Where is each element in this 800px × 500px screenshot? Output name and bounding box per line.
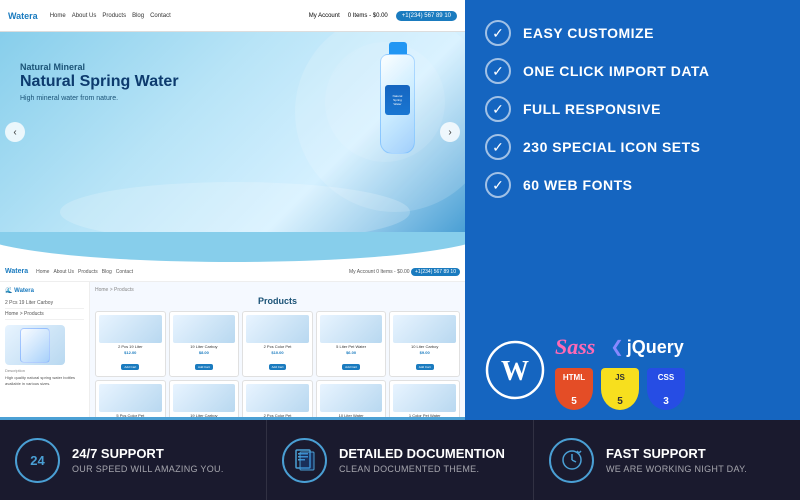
feature-list: ✓ EASY CUSTOMIZE ✓ ONE CLICK IMPORT DATA… — [485, 20, 780, 329]
preview-phone: +1(234) 567 89 10 — [396, 11, 457, 21]
water-bottle-image: NaturalSpringWater — [370, 42, 425, 172]
feature-item-4: ✓ 230 SPECIAL ICON SETS — [485, 134, 780, 160]
sass-jquery-row: Sass ❮ jQuery — [555, 334, 780, 360]
feature-label-4: 230 SPECIAL ICON SETS — [523, 139, 701, 155]
preview-navbar: Watera Home About Us Products Blog Conta… — [0, 0, 465, 32]
documentation-title: DETAILED DOCUMENTION — [339, 446, 505, 461]
check-icon-3: ✓ — [485, 96, 511, 122]
bottom-item-fast-support: FAST SUPPORT WE ARE WORKING NIGHT DAY. — [534, 420, 800, 500]
tech-logos-section: W Sass ❮ jQuery HTML 5 — [485, 334, 780, 410]
product-card: 5 Liter Pet Water $6.00 Add Cart — [316, 311, 387, 377]
hero-section: Natural Mineral Natural Spring Water Hig… — [0, 32, 465, 232]
product-card: 2 Pcs Color Pet $10.00 Add Cart — [242, 311, 313, 377]
check-icon-4: ✓ — [485, 134, 511, 160]
sass-logo: Sass — [555, 334, 595, 360]
carousel-next-button[interactable]: › — [440, 122, 460, 142]
check-icon-1: ✓ — [485, 20, 511, 46]
add-to-cart-button-3[interactable]: Add Cart — [269, 364, 287, 370]
product-grid: 2 Pcs 19 Liter $12.00 Add Cart 19 Liter … — [95, 311, 460, 417]
html-js-css-row: HTML 5 JS 5 CSS 3 — [555, 368, 780, 410]
add-to-cart-button-2[interactable]: Add Cart — [195, 364, 213, 370]
jquery-logo: ❮ jQuery — [610, 337, 683, 358]
product-preview-navitems: Home About Us Products Blog Contact — [36, 269, 133, 275]
preview-nav-right: My Account 0 Items - $0.00 +1(234) 567 8… — [309, 11, 457, 21]
carousel-prev-button[interactable]: ‹ — [5, 122, 25, 142]
add-to-cart-button-4[interactable]: Add Cart — [342, 364, 360, 370]
product-preview-nav: Watera Home About Us Products Blog Conta… — [0, 262, 465, 282]
support-24-icon: 24 — [15, 438, 60, 483]
product-card: 19 Liter Carboy $8.00 Add Cart — [169, 311, 240, 377]
feature-item-2: ✓ ONE CLICK IMPORT DATA — [485, 58, 780, 84]
product-preview-nav-right: My Account 0 Items - $0.00 +1(234) 567 8… — [349, 269, 460, 275]
feature-item-5: ✓ 60 WEB FONTS — [485, 172, 780, 198]
fast-support-title: FAST SUPPORT — [606, 446, 747, 461]
feature-label-5: 60 WEB FONTS — [523, 177, 632, 193]
product-card: 10 Liter Water $9.00 Add Cart — [316, 380, 387, 417]
feature-item-3: ✓ FULL RESPONSIVE — [485, 96, 780, 122]
documentation-desc: CLEAN DOCUMENTED THEME. — [339, 464, 505, 474]
add-to-cart-button-5[interactable]: Add Cart — [416, 364, 434, 370]
product-main-area: Home > Products Products 2 Pcs 19 Liter … — [90, 282, 465, 417]
wave-divider — [0, 232, 465, 262]
check-icon-5: ✓ — [485, 172, 511, 198]
product-sidebar: 🌊 Watera 2 Pcs 19 Liter Carboy Home > Pr… — [0, 282, 90, 417]
product-preview-section: Watera Home About Us Products Blog Conta… — [0, 262, 465, 417]
add-to-cart-button[interactable]: Add Cart — [121, 364, 139, 370]
product-card: 10 Liter Carboy $9.00 Add Cart — [389, 311, 460, 377]
bottom-bar: 24 24/7 SUPPORT OUR SPEED WILL AMAZING Y… — [0, 420, 800, 500]
svg-text:W: W — [501, 356, 529, 387]
fast-support-desc: WE ARE WORKING NIGHT DAY. — [606, 464, 747, 474]
feature-label-3: FULL RESPONSIVE — [523, 101, 661, 117]
html5-badge: HTML 5 — [555, 368, 593, 410]
hero-text: Natural Mineral Natural Spring Water Hig… — [20, 62, 179, 102]
right-features-panel: ✓ EASY CUSTOMIZE ✓ ONE CLICK IMPORT DATA… — [465, 0, 800, 420]
products-section-title: Products — [95, 296, 460, 306]
bottom-item-documentation: DETAILED DOCUMENTION CLEAN DOCUMENTED TH… — [267, 420, 534, 500]
product-card: 2 Pcs Color Pet $10.00 Add Cart — [242, 380, 313, 417]
check-icon-2: ✓ — [485, 58, 511, 84]
preview-nav-items: Home About Us Products Blog Contact — [50, 13, 171, 19]
wordpress-logo: W — [485, 340, 545, 405]
breadcrumb: Home > Products — [95, 287, 460, 293]
js5-badge: JS 5 — [601, 368, 639, 410]
bottom-item-support: 24 24/7 SUPPORT OUR SPEED WILL AMAZING Y… — [0, 420, 267, 500]
css3-badge: CSS 3 — [647, 368, 685, 410]
feature-label-1: EASY CUSTOMIZE — [523, 25, 654, 41]
support-title: 24/7 SUPPORT — [72, 446, 224, 461]
fast-support-icon — [549, 438, 594, 483]
right-tech-logos: Sass ❮ jQuery HTML 5 — [555, 334, 780, 410]
hero-subtitle: Natural Mineral — [20, 62, 179, 72]
hero-title: Natural Spring Water — [20, 72, 179, 91]
feature-item-1: ✓ EASY CUSTOMIZE — [485, 20, 780, 46]
product-card: 2 Pcs 19 Liter $12.00 Add Cart — [95, 311, 166, 377]
product-card: 5 Pcs Color Pet $14.00 Add Cart — [95, 380, 166, 417]
left-preview-panel: Watera Home About Us Products Blog Conta… — [0, 0, 465, 420]
support-desc: OUR SPEED WILL AMAZING YOU. — [72, 464, 224, 474]
sidebar-product-image — [5, 325, 65, 365]
preview-logo: Watera — [8, 11, 38, 21]
product-card: 1 Color Pet Water $5.00 Add Cart — [389, 380, 460, 417]
feature-label-2: ONE CLICK IMPORT DATA — [523, 63, 710, 79]
documentation-icon — [282, 438, 327, 483]
product-card: 19 Liter Carboy $8.00 Add Cart — [169, 380, 240, 417]
product-preview-logo: Watera — [5, 268, 28, 275]
hero-desc: High mineral water from nature. — [20, 95, 179, 102]
product-layout: 🌊 Watera 2 Pcs 19 Liter Carboy Home > Pr… — [0, 282, 465, 417]
